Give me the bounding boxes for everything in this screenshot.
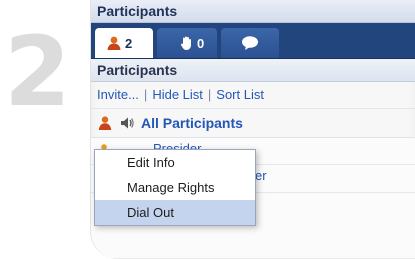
- all-participants-row[interactable]: All Participants: [91, 109, 415, 138]
- context-menu: Edit Info Manage Rights Dial Out: [94, 149, 256, 226]
- link-separator: |: [143, 87, 148, 102]
- hide-list-link[interactable]: Hide List: [152, 87, 203, 102]
- participant-name[interactable]: er: [255, 168, 267, 183]
- menu-item-dial-out[interactable]: Dial Out: [95, 200, 255, 225]
- tab-strip: 2 0: [91, 23, 415, 59]
- tab-raised-hands[interactable]: 0: [157, 28, 217, 58]
- all-participants-label: All Participants: [141, 115, 243, 131]
- menu-item-edit-info[interactable]: Edit Info: [95, 150, 255, 175]
- participant-count: 2: [125, 35, 133, 51]
- menu-item-manage-rights[interactable]: Manage Rights: [95, 175, 255, 200]
- people-icon: [105, 35, 123, 51]
- invite-link[interactable]: Invite...: [97, 87, 139, 102]
- sort-list-link[interactable]: Sort List: [216, 87, 264, 102]
- list-actions: Invite... | Hide List | Sort List: [91, 82, 415, 109]
- panel-title: Participants: [91, 0, 415, 23]
- section-title: Participants: [91, 59, 415, 82]
- speaker-icon: [119, 115, 135, 131]
- raised-hand-icon: [179, 35, 195, 51]
- step-number: 2: [4, 16, 71, 128]
- link-separator: |: [207, 87, 212, 102]
- tab-participants[interactable]: 2: [95, 28, 153, 58]
- tab-chat[interactable]: [221, 28, 279, 58]
- people-icon: [97, 115, 113, 131]
- raised-hand-count: 0: [197, 35, 205, 51]
- chat-bubble-icon: [240, 35, 260, 51]
